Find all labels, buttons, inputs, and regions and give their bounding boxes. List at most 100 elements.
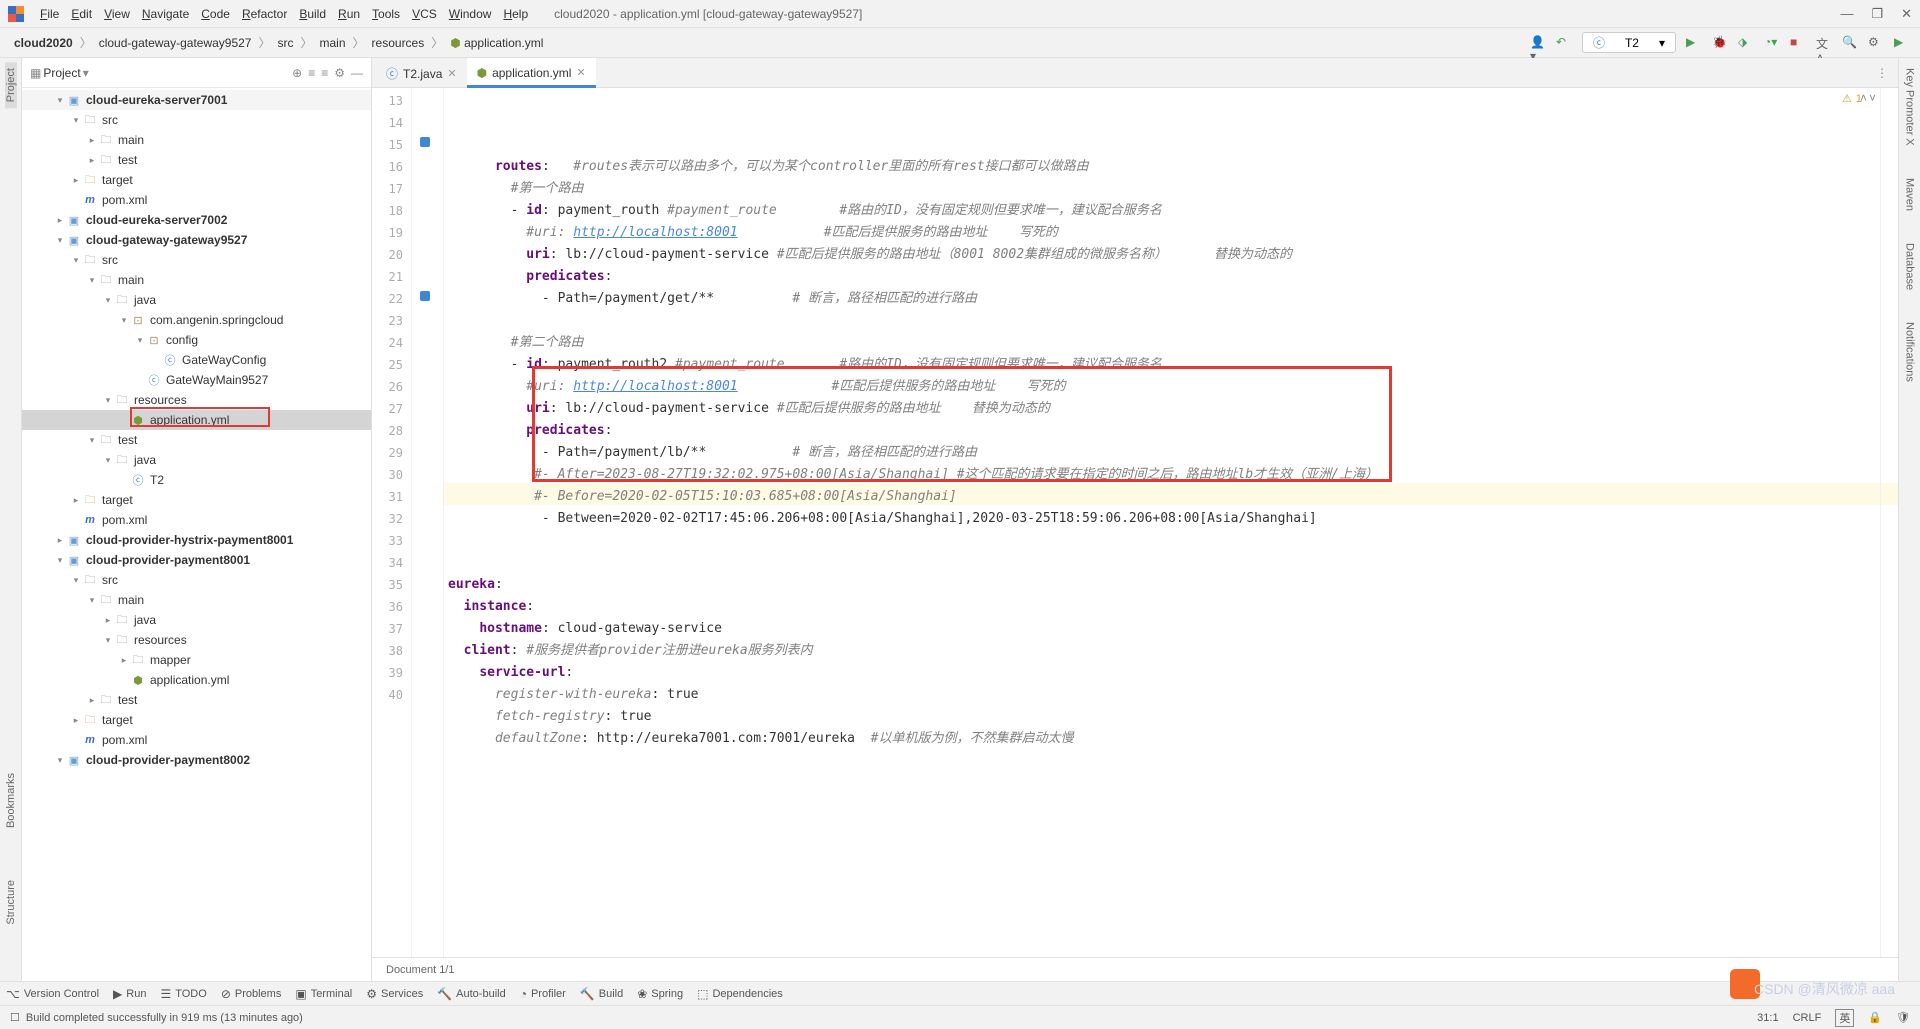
tool-dependencies[interactable]: ⬚Dependencies <box>697 987 783 1001</box>
tool-spring[interactable]: ❀Spring <box>637 987 683 1001</box>
tree-arrow-icon[interactable]: ▸ <box>118 655 130 666</box>
tree-arrow-icon[interactable]: ▸ <box>70 495 82 506</box>
lock-icon[interactable]: 🔒 <box>1868 1011 1882 1024</box>
tree-arrow-icon[interactable]: ▾ <box>102 635 114 646</box>
tree-row[interactable]: mpom.xml <box>22 730 371 750</box>
tree-arrow-icon[interactable]: ▾ <box>70 255 82 266</box>
code-line[interactable] <box>448 310 1876 332</box>
tree-row[interactable]: ▸🗀java <box>22 610 371 630</box>
tree-row[interactable]: ▾⊡com.angenin.springcloud <box>22 310 371 330</box>
tree-row[interactable]: ▾🗀main <box>22 590 371 610</box>
tree-arrow-icon[interactable]: ▾ <box>134 335 146 346</box>
breadcrumb-item[interactable]: ⬢ application.yml <box>446 34 547 52</box>
search-icon[interactable]: 🔍 <box>1842 35 1858 51</box>
tree-row[interactable]: ▾▣cloud-gateway-gateway9527 <box>22 230 371 250</box>
menu-code[interactable]: Code <box>195 5 236 23</box>
tree-arrow-icon[interactable]: ▸ <box>86 695 98 706</box>
code-line[interactable]: defaultZone: http://eureka7001.com:7001/… <box>448 728 1876 750</box>
close-icon[interactable]: ✕ <box>447 67 456 80</box>
shield-icon[interactable]: 🛡 <box>1896 1011 1910 1024</box>
code-line[interactable]: client: #服务提供者provider注册进eureka服务列表内 <box>448 640 1876 662</box>
tree-arrow-icon[interactable]: ▸ <box>70 715 82 726</box>
code-line[interactable]: - Between=2020-02-02T17:45:06.206+08:00[… <box>448 508 1876 530</box>
editor-inspection-strip[interactable] <box>1880 88 1898 957</box>
bookmarks-tool-tab[interactable]: Bookmarks <box>5 767 17 834</box>
expand-icon[interactable]: ≡ <box>308 66 315 80</box>
code-line[interactable] <box>448 750 1876 772</box>
collapse-icon[interactable]: ≡ <box>321 66 328 80</box>
tree-row[interactable]: mpom.xml <box>22 190 371 210</box>
target-icon[interactable]: ⊕ <box>292 66 302 80</box>
code-line[interactable]: #uri: http://localhost:8001 #匹配后提供服务的路由地… <box>448 222 1876 244</box>
breadcrumb-item[interactable]: main <box>316 34 350 52</box>
tool-terminal[interactable]: ▣Terminal <box>295 987 352 1001</box>
menu-run[interactable]: Run <box>332 5 366 23</box>
tree-arrow-icon[interactable]: ▾ <box>70 115 82 126</box>
close-icon[interactable]: ✕ <box>576 66 585 79</box>
tree-row[interactable]: ▾🗀test <box>22 430 371 450</box>
code-line[interactable] <box>448 530 1876 552</box>
breadcrumb-item[interactable]: cloud2020 <box>10 34 77 52</box>
editor-body[interactable]: 1314151617181920212223242526272829303132… <box>372 88 1898 957</box>
breadcrumb-item[interactable]: src <box>274 34 298 52</box>
line-sep[interactable]: CRLF <box>1793 1012 1822 1024</box>
tree-arrow-icon[interactable]: ▾ <box>54 755 66 766</box>
tree-row[interactable]: ⬢application.yml <box>22 670 371 690</box>
code-line[interactable]: #第一个路由 <box>448 178 1876 200</box>
tree-arrow-icon[interactable]: ▾ <box>102 395 114 406</box>
maven-tab[interactable]: Maven <box>1904 172 1916 217</box>
tree-arrow-icon[interactable]: ▸ <box>54 535 66 546</box>
input-lang[interactable]: 英 <box>1835 1009 1854 1027</box>
tree-row[interactable]: ▾🗀resources <box>22 630 371 650</box>
tree-row[interactable]: ⓒT2 <box>22 470 371 490</box>
code-line[interactable]: instance: <box>448 596 1876 618</box>
project-panel-title[interactable]: ▦ Project ▾ <box>30 66 89 80</box>
minimize-button[interactable]: — <box>1840 6 1853 22</box>
close-button[interactable]: ✕ <box>1901 6 1912 22</box>
tool-auto-build[interactable]: 🔨Auto-build <box>437 987 506 1001</box>
tree-row[interactable]: ⓒGateWayMain9527 <box>22 370 371 390</box>
tree-arrow-icon[interactable]: ▾ <box>86 435 98 446</box>
tree-row[interactable]: ▾🗀java <box>22 450 371 470</box>
menu-build[interactable]: Build <box>293 5 332 23</box>
project-tree[interactable]: ▾▣cloud-eureka-server7001▾🗀src▸🗀main▸🗀te… <box>22 88 371 981</box>
tool-run[interactable]: ▶Run <box>113 987 146 1001</box>
tree-row[interactable]: ▸🗀test <box>22 690 371 710</box>
tree-row[interactable]: ▸🗀target <box>22 710 371 730</box>
menu-edit[interactable]: Edit <box>65 5 98 23</box>
tree-row[interactable]: ▾▣cloud-eureka-server7001 <box>22 90 371 110</box>
tree-row[interactable]: mpom.xml <box>22 510 371 530</box>
settings-icon[interactable]: ⚙ <box>334 66 345 80</box>
menu-window[interactable]: Window <box>443 5 498 23</box>
menu-view[interactable]: View <box>98 5 136 23</box>
tree-arrow-icon[interactable]: ▾ <box>86 595 98 606</box>
tree-row[interactable]: ▾🗀src <box>22 110 371 130</box>
code-line[interactable]: fetch-registry: true <box>448 706 1876 728</box>
tree-row[interactable]: ▾🗀src <box>22 250 371 270</box>
settings-icon[interactable]: ⚙ <box>1868 35 1884 51</box>
code-line[interactable]: - id: payment_routh #payment_route #路由的I… <box>448 200 1876 222</box>
tree-row[interactable]: ▾🗀java <box>22 290 371 310</box>
tree-row[interactable]: ▸🗀target <box>22 170 371 190</box>
database-tab[interactable]: Database <box>1904 237 1916 296</box>
tree-arrow-icon[interactable]: ▾ <box>86 275 98 286</box>
menu-file[interactable]: File <box>34 5 65 23</box>
code-line[interactable] <box>448 552 1876 574</box>
editor-tab[interactable]: ⬢application.yml✕ <box>467 58 596 88</box>
back-arrow-icon[interactable]: ↶ <box>1556 35 1572 51</box>
tree-arrow-icon[interactable]: ▾ <box>54 555 66 566</box>
breakpoint-marker[interactable] <box>420 137 430 147</box>
tree-arrow-icon[interactable]: ▾ <box>54 235 66 246</box>
tree-row[interactable]: ▸🗀test <box>22 150 371 170</box>
notifications-tab[interactable]: Notifications <box>1904 316 1916 388</box>
tree-row[interactable]: ⓒGateWayConfig <box>22 350 371 370</box>
menu-help[interactable]: Help <box>497 5 534 23</box>
breadcrumb-item[interactable]: cloud-gateway-gateway9527 <box>95 34 256 52</box>
profile-icon[interactable]: ◔▾ <box>1764 35 1780 51</box>
maximize-button[interactable]: ❐ <box>1871 6 1883 22</box>
tree-row[interactable]: ▸🗀target <box>22 490 371 510</box>
tool-problems[interactable]: ⊘Problems <box>221 987 282 1001</box>
structure-tool-tab[interactable]: Structure <box>5 874 17 931</box>
tool-services[interactable]: ⚙Services <box>366 987 423 1001</box>
code-line[interactable]: hostname: cloud-gateway-service <box>448 618 1876 640</box>
